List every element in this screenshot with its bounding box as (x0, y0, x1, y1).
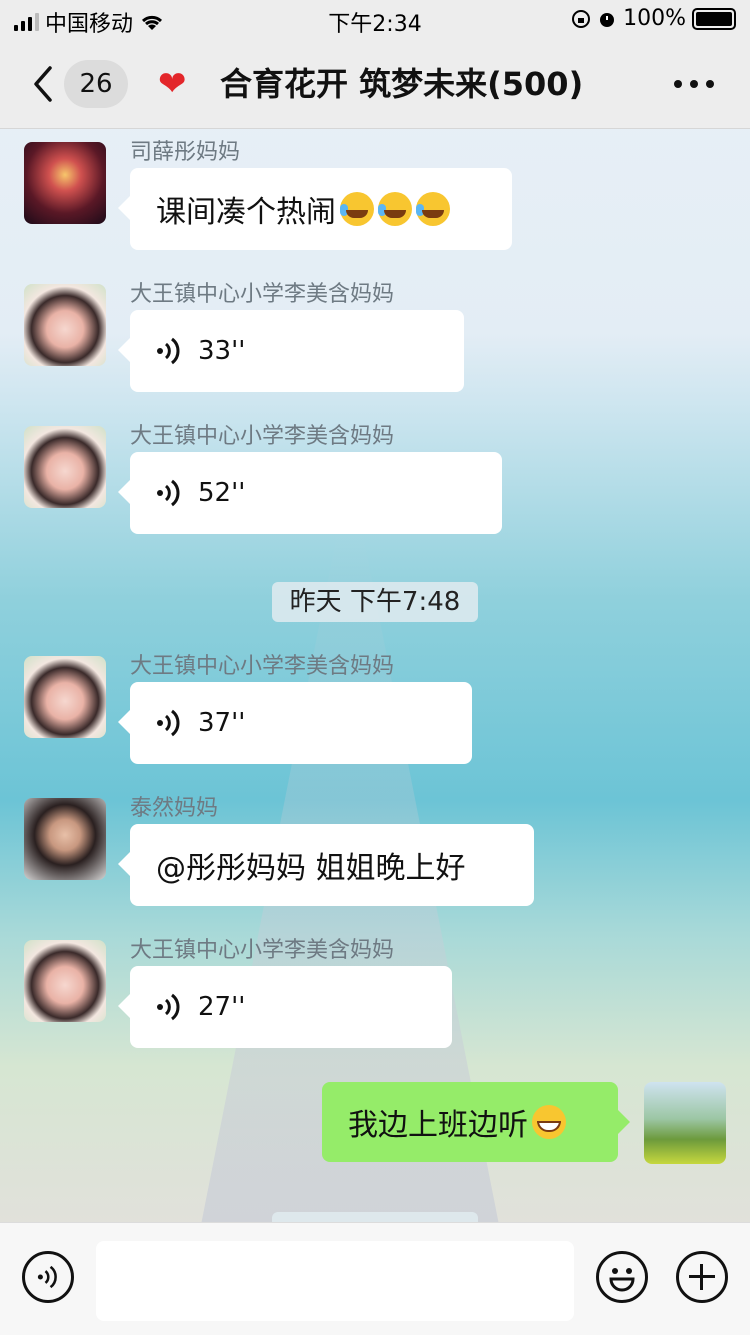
voice-message-bubble[interactable]: 52'' (118, 452, 502, 534)
sender-name: 司薛彤妈妈 (130, 140, 241, 165)
voice-message-bubble[interactable]: 27'' (118, 966, 452, 1048)
avatar[interactable] (24, 284, 106, 366)
battery-icon (692, 7, 736, 30)
voice-duration: 52'' (198, 478, 246, 508)
avatar[interactable] (24, 940, 106, 1022)
sender-name: 大王镇中心小学李美含妈妈 (130, 424, 395, 449)
voice-duration: 37'' (198, 708, 246, 738)
avatar[interactable] (24, 798, 106, 880)
more-options-icon[interactable] (674, 80, 714, 88)
avatar[interactable] (24, 142, 106, 224)
status-right: 100% (571, 6, 736, 31)
message-bubble[interactable]: 课间凑个热闹 (118, 168, 512, 250)
rotation-lock-icon (572, 9, 591, 28)
voice-input-button[interactable] (22, 1251, 74, 1303)
message-text: @彤彤妈妈 姐姐晚上好 (156, 851, 466, 886)
smiley-icon (609, 1268, 635, 1292)
sender-name: 泰然妈妈 (130, 796, 219, 821)
message-text: 课间凑个热闹 (156, 195, 336, 230)
voice-message-bubble[interactable]: 37'' (118, 682, 472, 764)
voice-duration: 27'' (198, 992, 246, 1022)
my-avatar[interactable] (644, 1082, 726, 1164)
time-divider: 昨天 下午7:48 (272, 582, 478, 622)
group-title: 合育花开 筑梦未来(500) (220, 65, 584, 103)
message-input[interactable] (96, 1241, 574, 1321)
sender-name: 大王镇中心小学李美含妈妈 (130, 282, 395, 307)
back-chevron-icon[interactable] (28, 64, 58, 104)
voice-wave-icon (37, 1265, 57, 1289)
battery-percent: 100% (623, 6, 686, 31)
voice-wave-icon (157, 709, 180, 737)
crying-laughing-emoji-icon (340, 192, 374, 226)
input-bar (0, 1222, 750, 1335)
add-button[interactable] (676, 1251, 728, 1303)
voice-message-bubble[interactable]: 33'' (118, 310, 464, 392)
unread-badge[interactable]: 26 (64, 60, 128, 108)
message-bubble[interactable]: @彤彤妈妈 姐姐晚上好 (118, 824, 534, 906)
avatar[interactable] (24, 426, 106, 508)
emoji-button[interactable] (596, 1251, 648, 1303)
alarm-icon (600, 12, 615, 27)
voice-wave-icon (157, 479, 180, 507)
crying-laughing-emoji-icon (416, 192, 450, 226)
my-message-text: 我边上班边听 (348, 1108, 528, 1143)
crying-laughing-emoji-icon (378, 192, 412, 226)
chat-header: 26 ❤ 合育花开 筑梦未来(500) (0, 40, 750, 129)
my-message-bubble[interactable]: 我边上班边听 (322, 1082, 630, 1162)
status-bar: 中国移动 下午2:34 100% (0, 0, 750, 40)
voice-wave-icon (157, 993, 180, 1021)
voice-wave-icon (157, 337, 180, 365)
heart-icon: ❤ (158, 64, 187, 104)
voice-duration: 33'' (198, 336, 246, 366)
sender-name: 大王镇中心小学李美含妈妈 (130, 654, 395, 679)
avatar[interactable] (24, 656, 106, 738)
sender-name: 大王镇中心小学李美含妈妈 (130, 938, 395, 963)
grinning-emoji-icon (532, 1105, 566, 1139)
